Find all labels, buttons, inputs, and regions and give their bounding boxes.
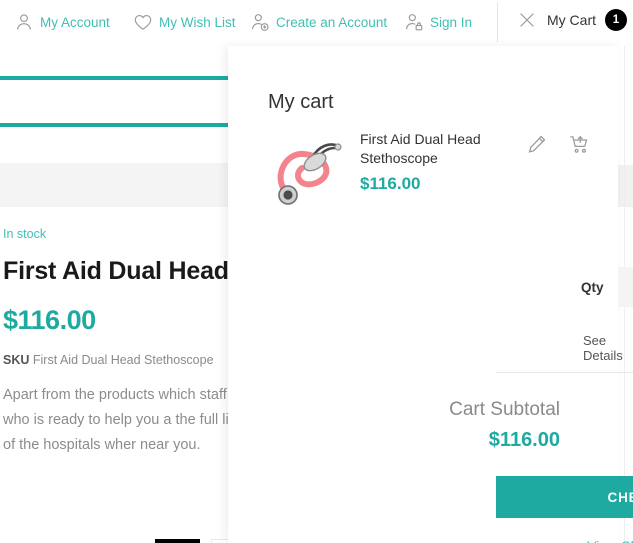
close-icon[interactable] xyxy=(516,9,538,31)
cart-count-badge: 1 xyxy=(605,9,627,31)
product-price: $116.00 xyxy=(3,305,96,335)
nav-sign-in-label: Sign In xyxy=(430,14,473,30)
nav-sign-in[interactable]: Sign In xyxy=(404,12,472,32)
accent-bar-top xyxy=(0,76,228,80)
nav-my-account-label: My Account xyxy=(40,14,110,30)
page-title: First Aid Dual Head xyxy=(3,257,229,285)
nav-my-account[interactable]: My Account xyxy=(14,12,110,32)
pencil-icon[interactable] xyxy=(526,133,548,155)
user-icon xyxy=(14,12,34,32)
see-details-label: See Details xyxy=(583,333,623,363)
sku-row: SKU First Aid Dual Head Stethoscope xyxy=(3,353,214,367)
mini-cart-divider xyxy=(496,372,633,373)
product-description: Apart from the products which staff who … xyxy=(3,387,240,453)
my-cart-label: My Cart xyxy=(547,12,596,28)
nav-my-wish-list-label: My Wish List xyxy=(159,14,236,30)
cart-subtotal-value: $116.00 xyxy=(488,429,560,451)
cart-up-arrow-icon[interactable] xyxy=(568,133,590,155)
stock-status: In stock xyxy=(3,227,47,241)
product-thumbnail[interactable] xyxy=(268,128,353,213)
breadcrumb-band xyxy=(0,163,228,207)
mini-cart-toggle[interactable]: My Cart 1 xyxy=(516,9,627,31)
view-shopping-cart-link[interactable]: View Shopping Cart xyxy=(496,538,633,543)
user-plus-icon xyxy=(250,12,270,32)
quantity-input[interactable] xyxy=(617,267,633,307)
quantity-row: Qty xyxy=(581,267,633,307)
nav-my-wish-list[interactable]: My Wish List xyxy=(133,12,236,32)
cart-item-price: $116.00 xyxy=(360,174,421,193)
heart-icon xyxy=(133,12,153,32)
see-details-toggle[interactable]: See Details xyxy=(583,333,633,363)
nav-create-an-account-label: Create an Account xyxy=(276,14,388,30)
nav-create-an-account[interactable]: Create an Account xyxy=(250,12,387,32)
nav-divider xyxy=(497,2,498,42)
user-lock-icon xyxy=(404,12,424,32)
accent-bar-bottom xyxy=(0,123,228,127)
utility-nav: My Account My Wish List Create an Accoun… xyxy=(0,0,633,46)
cart-item-name[interactable]: First Aid Dual Head Stethoscope xyxy=(360,130,490,168)
checkout-button[interactable]: CHECKOUT xyxy=(496,476,633,518)
mini-cart-title: My cart xyxy=(268,91,334,113)
cart-subtotal-label: Cart Subtotal xyxy=(449,399,560,420)
color-swatch-black[interactable] xyxy=(155,539,200,543)
sku-label: SKU xyxy=(3,353,30,367)
page-root: My Account My Wish List Create an Accoun… xyxy=(0,0,633,543)
cart-item-actions xyxy=(526,133,590,155)
quantity-label: Qty xyxy=(581,279,604,295)
mini-cart-panel: My cart First Aid Dual Head Stethoscope … xyxy=(228,46,633,543)
sku-value: First Aid Dual Head Stethoscope xyxy=(32,353,214,367)
